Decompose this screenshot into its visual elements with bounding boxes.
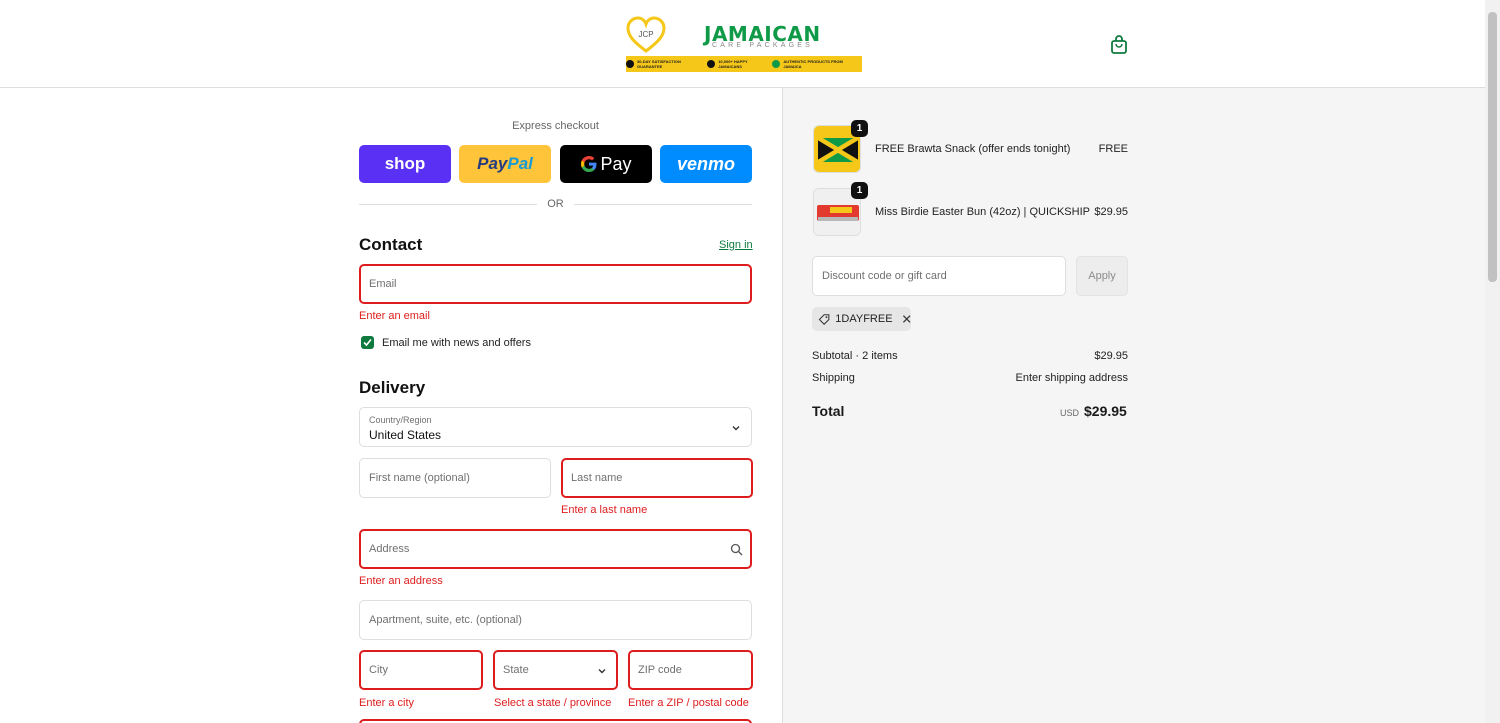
quantity-badge: 1 [851, 120, 868, 137]
last-name-error: Enter a last name [561, 504, 648, 516]
first-name-placeholder: First name (optional) [369, 472, 470, 484]
total-label: Total [812, 403, 845, 419]
chevron-down-icon [732, 426, 740, 431]
discount-code-input[interactable]: Discount code or gift card [812, 256, 1066, 296]
last-name-placeholder: Last name [571, 472, 623, 484]
state-error: Select a state / province [494, 697, 612, 709]
address-field[interactable]: Address [359, 529, 752, 569]
flag-badge-icon [772, 60, 781, 68]
logo-subtitle: CARE PACKAGES [712, 42, 813, 49]
email-field[interactable]: Email [359, 264, 752, 304]
google-pay-button[interactable]: Pay [560, 145, 652, 183]
zip-error: Enter a ZIP / postal code [628, 697, 749, 709]
shop-pay-label: shop [384, 154, 426, 173]
strip-item: 10,000+ HAPPY JAMAICANS [707, 59, 772, 69]
order-summary-panel [782, 88, 1485, 723]
paypal-button[interactable]: Pay Pal [459, 145, 551, 183]
close-icon[interactable] [902, 314, 911, 324]
item-price: $29.95 [1094, 206, 1128, 218]
strip-item: 30-DAY SATISFACTION GUARANTEE [626, 59, 707, 69]
contact-heading: Contact [359, 235, 423, 254]
apartment-placeholder: Apartment, suite, etc. (optional) [369, 614, 522, 626]
email-error: Enter an email [359, 310, 430, 322]
checkmark-icon [363, 338, 372, 347]
state-placeholder: State [503, 664, 529, 676]
logo-initials: JCP [638, 30, 653, 39]
country-value: United States [369, 428, 442, 442]
paypal-label-1: Pay [477, 154, 508, 173]
or-divider: OR [359, 198, 752, 212]
paypal-label-2: Pal [507, 154, 533, 173]
next-field-partial[interactable] [359, 719, 752, 723]
store-logo[interactable]: JCP JAMAICAN CARE PACKAGES 30-DAY SATISF… [626, 16, 862, 72]
delivery-heading: Delivery [359, 378, 426, 397]
page-scrollbar[interactable] [1485, 0, 1500, 723]
site-header: JCP JAMAICAN CARE PACKAGES 30-DAY SATISF… [0, 0, 1485, 88]
city-error: Enter a city [359, 697, 415, 709]
shopping-bag-icon[interactable] [1108, 34, 1130, 56]
first-name-field[interactable]: First name (optional) [359, 458, 551, 498]
discount-code-text: 1DAYFREE [835, 313, 893, 325]
logo-promo-strip: 30-DAY SATISFACTION GUARANTEE 10,000+ HA… [626, 56, 862, 72]
item-price: FREE [1098, 143, 1128, 155]
discount-placeholder: Discount code or gift card [822, 270, 947, 282]
express-checkout-label: Express checkout [512, 120, 599, 132]
city-placeholder: City [369, 664, 388, 676]
search-icon[interactable] [730, 543, 743, 556]
last-name-field[interactable]: Last name [561, 458, 753, 498]
item-name: Miss Birdie Easter Bun (42oz) | QUICKSHI… [875, 206, 1090, 218]
zip-placeholder: ZIP code [638, 664, 682, 676]
city-field[interactable]: City [359, 650, 483, 690]
total-currency: USD [1060, 408, 1080, 418]
check-badge-icon [626, 60, 634, 68]
newsletter-checkbox[interactable] [361, 336, 374, 349]
subtotal-value: $29.95 [1094, 350, 1128, 362]
venmo-label: venmo [676, 153, 736, 174]
total-value: $29.95 [1084, 403, 1127, 419]
venmo-button[interactable]: venmo [660, 145, 752, 183]
sign-in-link[interactable]: Sign in [719, 239, 753, 251]
item-name: FREE Brawta Snack (offer ends tonight) [875, 143, 1071, 155]
strip-item: AUTHENTIC PRODUCTS FROM JAMAICA [772, 59, 862, 69]
heart-logo-icon: JCP [626, 16, 666, 53]
zip-field[interactable]: ZIP code [628, 650, 753, 690]
quantity-badge: 1 [851, 182, 868, 199]
newsletter-label: Email me with news and offers [382, 337, 531, 349]
subtotal-label: Subtotal · 2 items [812, 350, 898, 362]
shipping-label: Shipping [812, 372, 855, 384]
google-g-icon [581, 156, 597, 172]
shop-pay-button[interactable]: shop [359, 145, 451, 183]
shipping-value: Enter shipping address [1015, 372, 1128, 384]
country-select[interactable]: Country/Region United States [359, 407, 752, 447]
applied-discount-tag: 1DAYFREE [812, 307, 911, 331]
apartment-field[interactable]: Apartment, suite, etc. (optional) [359, 600, 752, 640]
chevron-down-icon [598, 669, 606, 674]
tag-icon [818, 313, 830, 325]
country-label: Country/Region [369, 415, 432, 425]
gpay-label: Pay [600, 153, 632, 174]
or-text: OR [547, 198, 564, 210]
address-placeholder: Address [369, 543, 410, 555]
email-placeholder: Email [369, 278, 397, 290]
state-select[interactable]: State [493, 650, 618, 690]
heart-badge-icon [707, 60, 716, 68]
address-error: Enter an address [359, 575, 443, 587]
apply-discount-button[interactable]: Apply [1076, 256, 1128, 296]
scrollbar-thumb[interactable] [1488, 12, 1497, 282]
